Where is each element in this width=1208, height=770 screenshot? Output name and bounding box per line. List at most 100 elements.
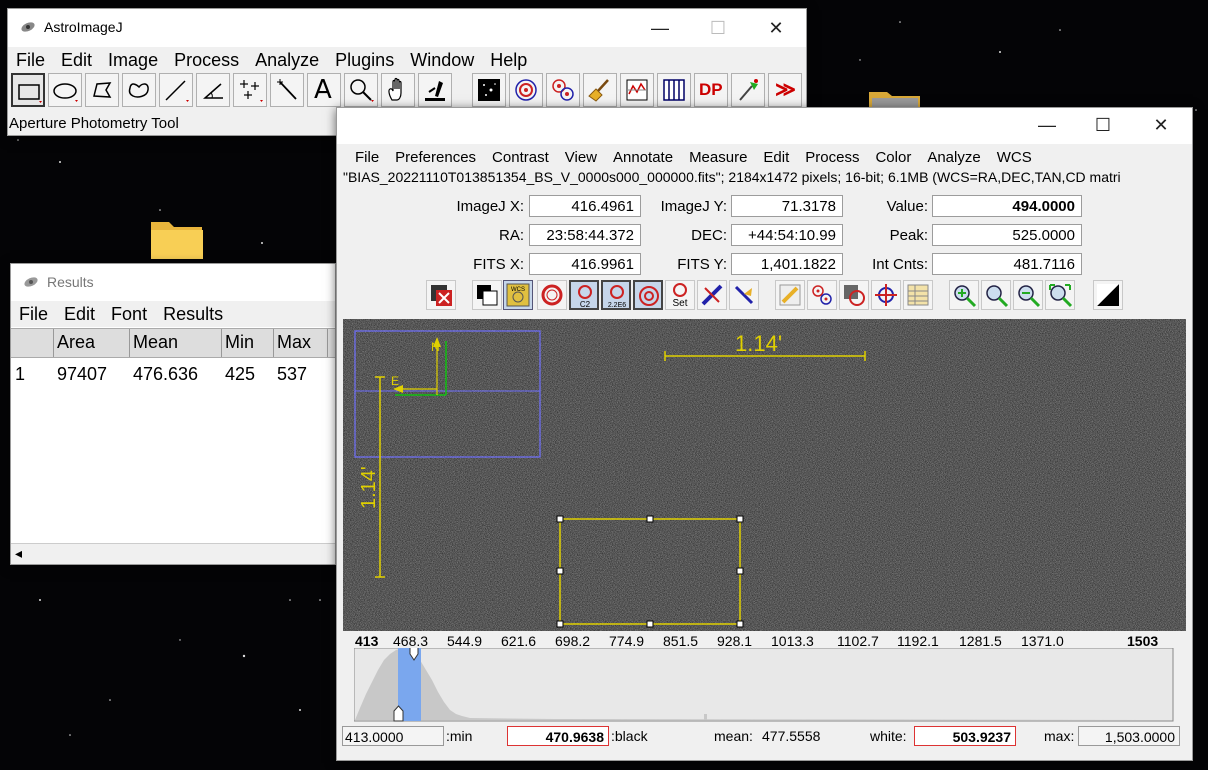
wcs-button[interactable]: WCS [503,280,533,310]
scroll-tool-button[interactable] [381,73,415,107]
zoom-button[interactable] [981,280,1011,310]
fits-image-canvas[interactable]: N E 1.14' 1.14' [343,319,1186,631]
menu-help[interactable]: Help [482,47,535,73]
zoom-in-button[interactable] [949,280,979,310]
zoom-out-button[interactable] [1013,280,1043,310]
menu-file[interactable]: File [8,47,53,73]
dec-label: DEC: [691,227,727,244]
angle-tool-button[interactable] [196,73,230,107]
column-header-mean[interactable]: Mean [133,332,178,353]
peak-field[interactable]: 525.0000 [932,224,1082,246]
max-field[interactable]: 1,503.0000 [1078,726,1180,746]
horizontal-scrollbar[interactable]: ◂ [11,543,335,564]
set-aperture-button[interactable]: Set [665,280,695,310]
clear-measure-button[interactable] [729,280,759,310]
column-header[interactable] [11,329,54,357]
close-button[interactable]: ✕ [1141,112,1181,138]
column-header-min[interactable]: Min [225,332,254,353]
menu-contrast[interactable]: Contrast [484,145,557,171]
multi-aperture-button[interactable] [546,73,580,107]
column-header-max[interactable]: Max [277,332,311,353]
radius-button[interactable]: 2.2E6 [601,280,631,310]
title-bar[interactable]: AstroImageJ — ☐ ✕ [8,9,806,47]
menu-preferences[interactable]: Preferences [387,145,484,171]
menu-image[interactable]: Image [100,47,166,73]
set-icon: Set [672,283,688,308]
int-cnts-field[interactable]: 481.7116 [932,253,1082,275]
measure-button[interactable] [697,280,727,310]
window-title: AstroImageJ [44,19,123,35]
line-tool-button[interactable] [159,73,193,107]
annulus-button[interactable] [633,280,663,310]
menu-view[interactable]: View [557,145,605,171]
text-tool-button[interactable]: A [307,73,341,107]
menu-process[interactable]: Process [797,145,867,171]
oval-tool-button[interactable] [48,73,82,107]
menu-edit[interactable]: Edit [56,301,103,327]
menu-plugins[interactable]: Plugins [327,47,402,73]
contrast-button[interactable] [1093,280,1123,310]
menu-measure[interactable]: Measure [681,145,755,171]
scroll-left-icon[interactable]: ◂ [15,545,22,562]
menu-window[interactable]: Window [402,47,482,73]
close-button[interactable]: ✕ [756,15,796,41]
table-button[interactable] [903,280,933,310]
menu-wcs[interactable]: WCS [989,145,1040,171]
column-header-area[interactable]: Area [57,332,95,353]
minimize-button[interactable]: — [1027,112,1067,138]
menu-process[interactable]: Process [166,47,247,73]
title-bar[interactable]: — ☐ ✕ [337,108,1192,144]
menu-color[interactable]: Color [867,145,919,171]
histogram-plot[interactable] [354,648,1174,722]
close-all-button[interactable] [426,280,456,310]
wcs-icon: WCS [506,283,530,307]
magnifier-tool-button[interactable] [344,73,378,107]
min-field[interactable]: 413.0000 [342,726,444,746]
white-field[interactable]: 503.9237 [914,726,1016,746]
clear-overlay-button[interactable] [583,73,617,107]
aperture-icon [515,79,537,101]
dp-button[interactable]: DP [694,73,728,107]
more-tools-button[interactable]: ≫ [768,73,802,107]
value-field[interactable]: 494.0000 [932,195,1082,217]
centroid-button[interactable]: C2 [569,280,599,310]
menu-font[interactable]: Font [103,301,155,327]
table-row[interactable]: 1 97407 476.636 425 537 [11,358,335,388]
title-bar[interactable]: Results [11,264,335,300]
folder-icon[interactable] [868,88,922,108]
point-tool-button[interactable] [233,73,267,107]
zoom-fit-button[interactable] [1045,280,1075,310]
window-title: Results [47,274,94,290]
aperture-button[interactable] [509,73,543,107]
multi-aperture-button[interactable] [807,280,837,310]
invert-button[interactable] [472,280,502,310]
menu-file[interactable]: File [347,145,387,171]
black-field[interactable]: 470.9638 [507,726,609,746]
stack-button[interactable] [657,73,691,107]
minimize-button[interactable]: — [640,15,680,41]
astrometry-button[interactable] [731,73,765,107]
menu-analyze[interactable]: Analyze [919,145,988,171]
dropper-tool-button[interactable] [418,73,452,107]
menu-edit[interactable]: Edit [53,47,100,73]
wand-tool-button[interactable] [270,73,304,107]
image-display-button[interactable] [472,73,506,107]
menu-annotate[interactable]: Annotate [605,145,681,171]
crosshair-button[interactable] [871,280,901,310]
rectangle-tool-button[interactable] [11,73,45,107]
show-aperture-button[interactable] [537,280,567,310]
polygon-tool-button[interactable] [85,73,119,107]
maximize-button[interactable]: ☐ [698,15,738,41]
folder-icon[interactable] [150,216,204,260]
align-button[interactable] [839,280,869,310]
freehand-tool-button[interactable] [122,73,156,107]
menu-edit[interactable]: Edit [755,145,797,171]
axis-tick: 544.9 [447,633,483,649]
maximize-button[interactable]: ☐ [1083,112,1123,138]
annotate-button[interactable] [775,280,805,310]
plot-button[interactable] [620,73,654,107]
menu-results[interactable]: Results [155,301,231,327]
menu-analyze[interactable]: Analyze [247,47,327,73]
menu-file[interactable]: File [11,301,56,327]
results-menu-bar: File Edit Font Results [11,301,335,327]
